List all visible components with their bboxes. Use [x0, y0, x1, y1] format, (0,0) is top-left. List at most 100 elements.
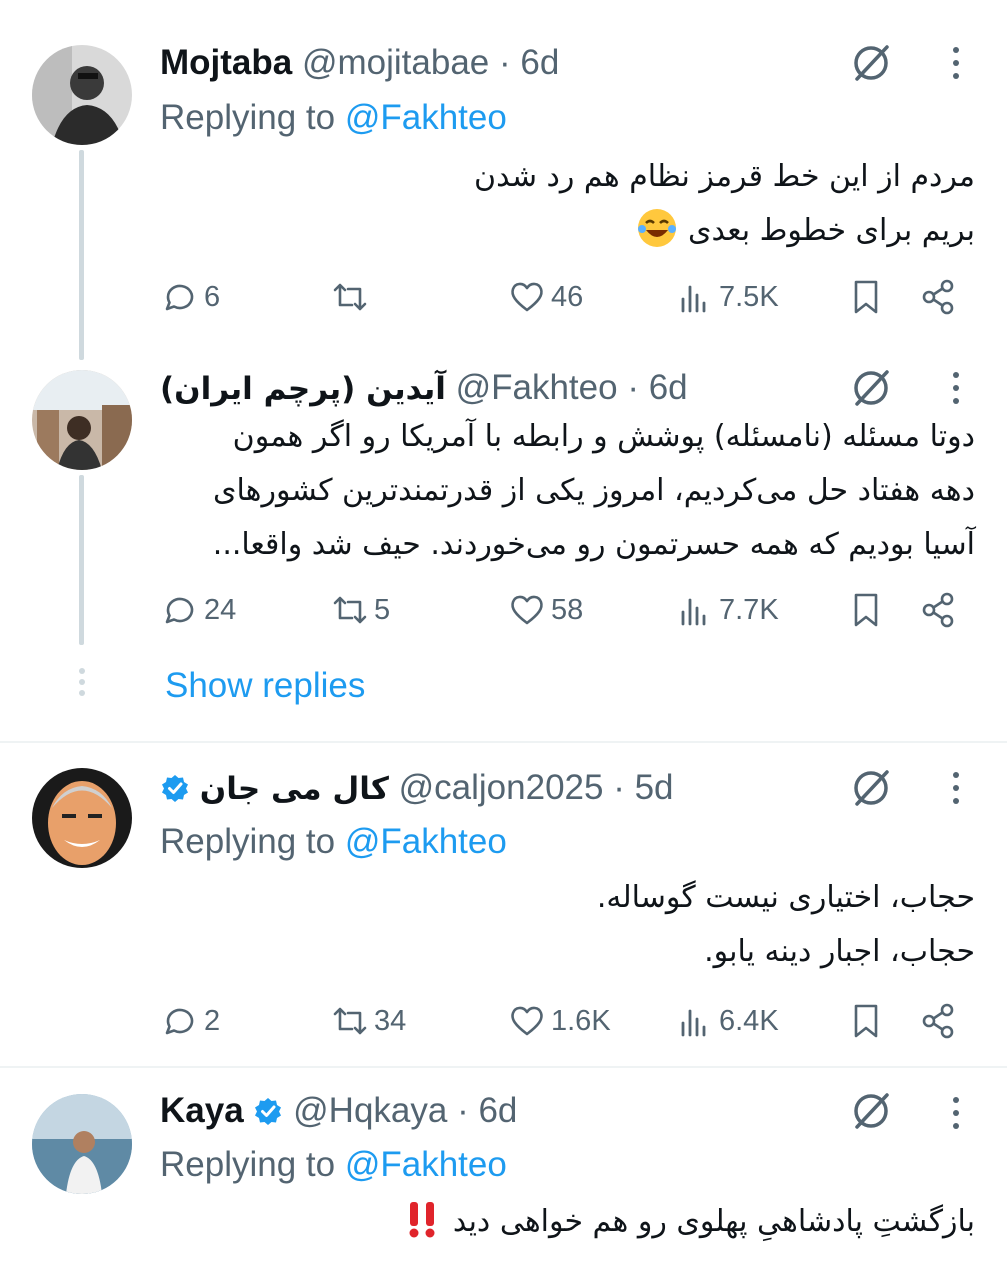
tweet-header: آیدین (پرچم ایران) @Fakhteo · 6d: [160, 365, 688, 411]
tweet-header: کال می جان @caljon2025 · 5d: [160, 765, 674, 811]
retweet-icon: [333, 283, 367, 311]
user-handle[interactable]: @Fakhteo: [456, 368, 618, 407]
user-handle[interactable]: @Hqkaya: [293, 1091, 447, 1130]
bookmark-button[interactable]: [846, 275, 886, 319]
retweet-button[interactable]: 34: [330, 999, 406, 1043]
views-count: 6.4K: [719, 1004, 779, 1037]
tweet-line: آسیا بودیم که همه حسرتمون رو می‌خوردند. …: [212, 527, 975, 562]
user-handle[interactable]: @caljon2025: [399, 768, 604, 807]
separator-dot: ·: [499, 43, 511, 82]
share-icon: [922, 592, 954, 628]
tweet-line: بازگشتِ پادشاهیِ پهلوی رو هم خواهی دید: [452, 1204, 975, 1239]
separator-dot: ·: [613, 768, 625, 807]
separator-dot: ·: [627, 368, 639, 407]
like-button[interactable]: 58: [507, 588, 583, 632]
laughing-emoji: [638, 209, 677, 247]
tweet-text: مردم از این خط قرمز نظام هم رد شدن بریم …: [160, 150, 975, 258]
tweet-kaya[interactable]: Kaya @Hqkaya · 6d Replying to @Fakhteo ب…: [0, 1068, 1007, 1280]
thread-dots: [78, 667, 86, 697]
grok-icon[interactable]: [850, 767, 892, 809]
share-button[interactable]: [918, 588, 958, 632]
tweet-caljon[interactable]: کال می جان @caljon2025 · 5d Replying to …: [0, 743, 1007, 1065]
bookmark-button[interactable]: [846, 588, 886, 632]
bookmark-icon: [854, 593, 878, 627]
views-count: 7.5K: [719, 280, 779, 313]
reply-button[interactable]: 24: [160, 588, 236, 632]
replying-to: Replying to @Fakhteo: [160, 95, 507, 141]
views-icon: [681, 1009, 706, 1037]
reply-count: 24: [204, 593, 237, 626]
reply-count: 6: [204, 280, 221, 313]
tweet-line: حجاب، اختیاری نیست گوساله.: [596, 880, 975, 915]
share-button[interactable]: [918, 275, 958, 319]
verified-icon: [255, 1098, 282, 1125]
replying-to-handle[interactable]: @Fakhteo: [345, 822, 507, 861]
views-button[interactable]: 6.4K: [675, 999, 779, 1043]
views-icon: [681, 598, 706, 626]
timestamp[interactable]: 6d: [478, 1091, 517, 1130]
like-count: 1.6K: [551, 1004, 611, 1037]
reply-icon: [165, 284, 194, 311]
bookmark-icon: [854, 280, 878, 314]
tweet-aydin[interactable]: آیدین (پرچم ایران) @Fakhteo · 6d دوتا مس…: [0, 345, 1007, 740]
display-name[interactable]: Mojtaba: [160, 43, 292, 82]
display-name[interactable]: Kaya: [160, 1091, 244, 1130]
views-button[interactable]: 7.5K: [675, 275, 779, 319]
more-icon[interactable]: [942, 42, 970, 84]
replying-to-prefix: Replying to: [160, 822, 345, 861]
bookmark-button[interactable]: [846, 999, 886, 1043]
grok-icon[interactable]: [850, 367, 892, 409]
double-exclamation-emoji: [409, 1202, 435, 1238]
reply-button[interactable]: 6: [160, 275, 220, 319]
retweet-button[interactable]: 5: [330, 588, 390, 632]
tweet-line: دهه هفتاد حل می‌کردیم، امروز یکی از قدرت…: [213, 473, 975, 508]
retweet-button[interactable]: [330, 275, 374, 319]
replying-to: Replying to @Fakhteo: [160, 819, 507, 865]
views-button[interactable]: 7.7K: [675, 588, 779, 632]
display-name[interactable]: کال می جان: [200, 771, 389, 807]
tweet-line-with-emoji: بریم برای خطوط بعدی: [160, 204, 975, 258]
grok-icon[interactable]: [850, 42, 892, 84]
share-icon: [922, 1003, 954, 1039]
avatar[interactable]: [32, 1094, 132, 1194]
tweet-actions: 24 5 58 7.7K: [160, 588, 980, 632]
tweet-mojtaba[interactable]: Mojtaba @mojitabae · 6d Replying to @Fak…: [0, 0, 1007, 360]
replying-to-handle[interactable]: @Fakhteo: [345, 98, 507, 137]
tweet-line: دوتا مسئله (نامسئله) پوشش و رابطه با آمر…: [232, 419, 975, 454]
timestamp[interactable]: 6d: [649, 368, 688, 407]
more-icon[interactable]: [942, 367, 970, 409]
reply-button[interactable]: 2: [160, 999, 220, 1043]
like-icon: [511, 595, 543, 625]
more-icon[interactable]: [942, 1092, 970, 1134]
user-handle[interactable]: @mojitabae: [302, 43, 489, 82]
tweet-text: حجاب، اختیاری نیست گوساله. حجاب، اجبار د…: [160, 871, 975, 979]
tweet-line: حجاب، اجبار دینه یابو.: [704, 934, 975, 969]
like-button[interactable]: 46: [507, 275, 583, 319]
tweet-line: بریم برای خطوط بعدی: [688, 213, 975, 248]
like-count: 46: [551, 280, 584, 313]
bookmark-icon: [854, 1004, 878, 1038]
retweet-icon: [333, 596, 367, 624]
replying-to-handle[interactable]: @Fakhteo: [345, 1145, 507, 1184]
replying-to: Replying to @Fakhteo: [160, 1142, 507, 1188]
more-icon[interactable]: [942, 767, 970, 809]
tweet-header: Kaya @Hqkaya · 6d: [160, 1088, 517, 1134]
share-icon: [922, 279, 954, 315]
like-icon: [511, 282, 543, 312]
timestamp[interactable]: 6d: [520, 43, 559, 82]
display-name[interactable]: آیدین (پرچم ایران): [160, 371, 446, 407]
avatar[interactable]: [32, 768, 132, 868]
share-button[interactable]: [918, 999, 958, 1043]
grok-icon[interactable]: [850, 1090, 892, 1132]
retweet-count: 5: [374, 593, 391, 626]
timestamp[interactable]: 5d: [635, 768, 674, 807]
tweet-header: Mojtaba @mojitabae · 6d: [160, 40, 559, 86]
tweet-text: بازگشتِ پادشاهیِ پهلوی رو هم خواهی دید: [160, 1195, 975, 1249]
reply-count: 2: [204, 1004, 221, 1037]
avatar[interactable]: [32, 45, 132, 145]
show-replies-link[interactable]: Show replies: [165, 663, 365, 709]
reply-icon: [165, 597, 194, 624]
like-button[interactable]: 1.6K: [507, 999, 611, 1043]
retweet-count: 34: [374, 1004, 407, 1037]
avatar[interactable]: [32, 370, 132, 470]
